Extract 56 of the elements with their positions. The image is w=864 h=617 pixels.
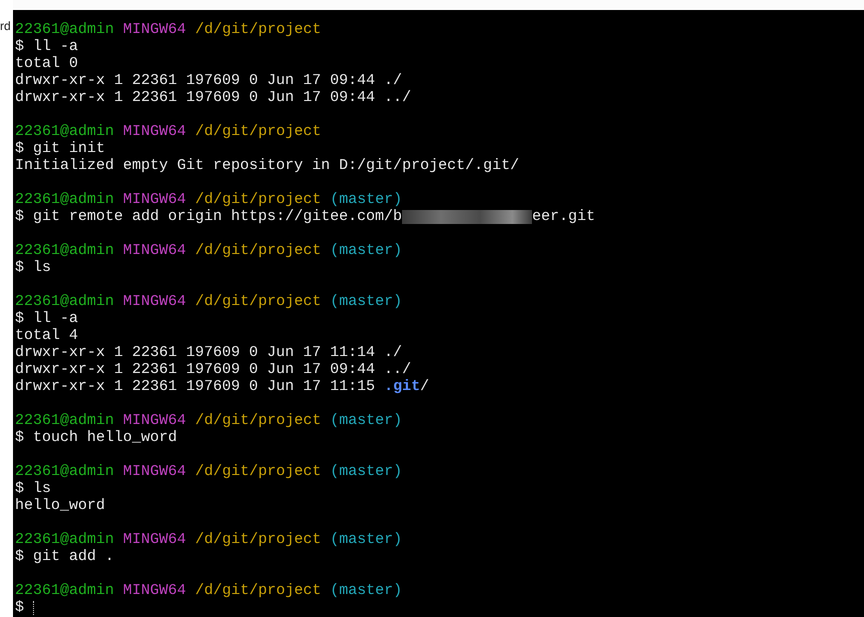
prompt-user-host: 22361@admin	[15, 463, 114, 480]
prompt-system: MINGW64	[123, 191, 186, 208]
output-text: total 0	[15, 55, 78, 72]
output-text: drwxr-xr-x 1 22361 197609 0 Jun 17 09:44 ../	[15, 361, 412, 378]
command-text: $ ls	[15, 259, 52, 276]
output-text: drwxr-xr-x 1 22361 197609 0 Jun 17 11:14 ./	[15, 344, 402, 361]
command-text: $ git remote add origin https://gitee.com/b	[15, 208, 402, 225]
prompt-path: /d/git/project	[195, 21, 322, 38]
prompt-path: /d/git/project	[195, 242, 322, 259]
command-text: $ git init	[15, 140, 106, 157]
prompt-user-host: 22361@admin	[15, 582, 114, 599]
prompt-path: /d/git/project	[195, 293, 322, 310]
prompt-system: MINGW64	[123, 531, 186, 548]
output-text: /	[420, 378, 430, 395]
prompt-user-host: 22361@admin	[15, 242, 114, 259]
command-text: $ touch hello_word	[15, 429, 178, 446]
prompt-branch: (master)	[330, 293, 402, 310]
prompt-user-host: 22361@admin	[15, 412, 114, 429]
command-text: $ git add .	[15, 548, 114, 565]
output-text: hello_word	[15, 497, 106, 514]
prompt-path: /d/git/project	[195, 582, 322, 599]
output-text: drwxr-xr-x 1 22361 197609 0 Jun 17 09:44 ../	[15, 89, 412, 106]
prompt-path: /d/git/project	[195, 463, 322, 480]
prompt-system: MINGW64	[123, 21, 186, 38]
command-text: $ ll -a	[15, 310, 78, 327]
prompt-path: /d/git/project	[195, 412, 322, 429]
directory-name: .git	[384, 378, 420, 395]
prompt-path: /d/git/project	[195, 123, 322, 140]
prompt-user-host: 22361@admin	[15, 123, 114, 140]
prompt-system: MINGW64	[123, 123, 186, 140]
command-text: $ ls	[15, 480, 52, 497]
prompt-path: /d/git/project	[195, 531, 322, 548]
prompt-system: MINGW64	[123, 412, 186, 429]
command-text: $ ll -a	[15, 38, 78, 55]
prompt-system: MINGW64	[123, 463, 186, 480]
prompt-branch: (master)	[330, 242, 402, 259]
prompt-system: MINGW64	[123, 293, 186, 310]
command-text: $	[15, 599, 24, 616]
prompt-user-host: 22361@admin	[15, 293, 114, 310]
prompt-branch: (master)	[330, 191, 402, 208]
prompt-branch: (master)	[330, 412, 402, 429]
prompt-path: /d/git/project	[195, 191, 322, 208]
output-text: total 4	[15, 327, 78, 344]
prompt-branch: (master)	[330, 463, 402, 480]
output-text: drwxr-xr-x 1 22361 197609 0 Jun 17 11:15	[15, 378, 376, 395]
prompt-branch: (master)	[330, 582, 402, 599]
prompt-branch: (master)	[330, 531, 402, 548]
cut-off-text: rd	[0, 18, 11, 35]
output-text: Initialized empty Git repository in D:/git/project/.git/	[15, 157, 520, 174]
prompt-user-host: 22361@admin	[15, 191, 114, 208]
prompt-user-host: 22361@admin	[15, 21, 114, 38]
prompt-user-host: 22361@admin	[15, 531, 114, 548]
prompt-system: MINGW64	[123, 582, 186, 599]
prompt-system: MINGW64	[123, 242, 186, 259]
command-text: eer.git	[532, 208, 596, 225]
output-text: drwxr-xr-x 1 22361 197609 0 Jun 17 09:44 ./	[15, 72, 402, 89]
